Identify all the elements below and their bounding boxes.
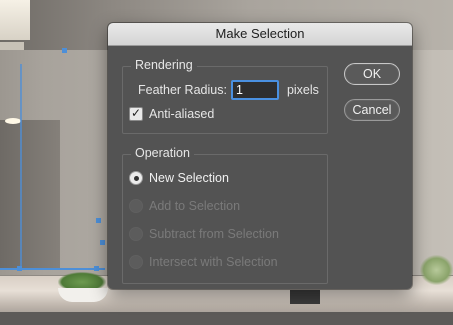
cabinet-base — [0, 312, 453, 325]
radio-button — [129, 255, 143, 269]
radio-label: Subtract from Selection — [149, 227, 279, 241]
wall-sconce — [0, 0, 30, 40]
radio-button — [129, 199, 143, 213]
wall-sconce-base — [0, 42, 24, 50]
radio-button[interactable] — [129, 171, 143, 185]
feather-radius-unit: pixels — [286, 83, 319, 97]
rendering-group-label: Rendering — [131, 58, 197, 72]
checkmark-icon: ✓ — [130, 106, 142, 120]
radio-add-to-selection: Add to Selection — [129, 199, 240, 213]
path-anchor-handle — [100, 240, 105, 245]
radio-button — [129, 227, 143, 241]
cancel-button[interactable]: Cancel — [344, 99, 400, 121]
plant-bowl — [58, 288, 108, 302]
radio-label: Add to Selection — [149, 199, 241, 213]
anti-aliased-label: Anti-aliased — [149, 107, 215, 121]
faucet — [290, 290, 320, 304]
path-anchor-handle — [62, 48, 67, 53]
radio-intersect-with-selection: Intersect with Selection — [129, 255, 278, 269]
path-anchor-handle — [96, 218, 101, 223]
reflected-door — [0, 120, 60, 270]
feather-radius-input[interactable] — [230, 80, 279, 100]
radio-new-selection[interactable]: New Selection — [129, 171, 229, 185]
selection-path-segment — [20, 64, 22, 269]
feather-radius-row: Feather Radius: pixels — [138, 80, 319, 100]
anti-aliased-checkbox[interactable]: ✓ — [129, 106, 143, 121]
operation-group-label: Operation — [131, 146, 194, 160]
path-anchor-handle — [17, 266, 22, 271]
radio-label: Intersect with Selection — [149, 255, 278, 269]
radio-label: New Selection — [149, 171, 229, 185]
rendering-group: Rendering Feather Radius: pixels ✓ Anti-… — [122, 58, 328, 134]
operation-group: Operation New Selection Add to Selection… — [122, 146, 328, 284]
ok-button[interactable]: OK — [344, 63, 400, 85]
path-anchor-handle — [94, 266, 99, 271]
anti-aliased-row[interactable]: ✓ Anti-aliased — [129, 106, 215, 121]
selection-path-segment — [0, 268, 105, 270]
make-selection-dialog: Make Selection Rendering Feather Radius:… — [108, 23, 412, 289]
radio-subtract-from-selection: Subtract from Selection — [129, 227, 279, 241]
plant-right — [420, 255, 453, 285]
feather-radius-label: Feather Radius: — [138, 83, 227, 97]
dialog-title: Make Selection — [108, 23, 412, 46]
reflected-light — [5, 118, 21, 124]
